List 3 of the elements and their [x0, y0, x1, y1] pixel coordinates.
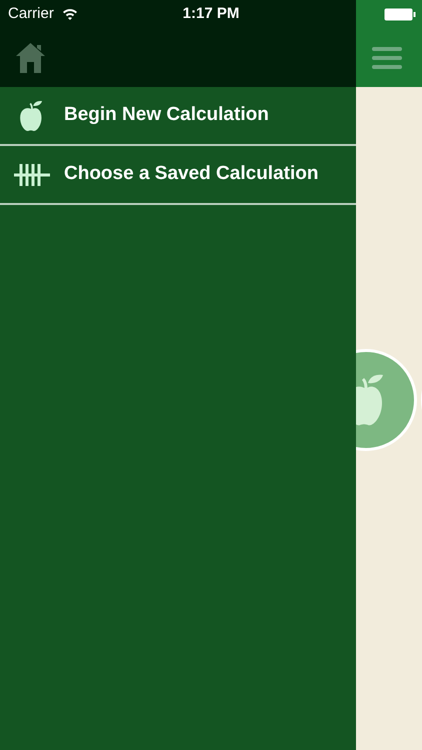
clock-text: 1:17 PM	[182, 4, 240, 24]
carrier-text: Carrier	[8, 4, 54, 24]
menu-item[interactable]: Begin New Calculation	[0, 87, 356, 146]
